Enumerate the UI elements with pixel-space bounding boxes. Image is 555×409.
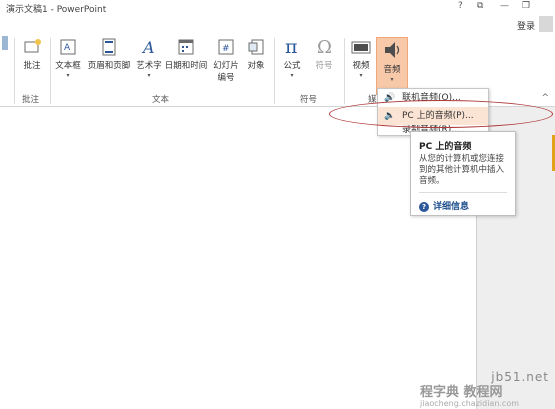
collapse-ribbon-button[interactable]: ^ (541, 93, 549, 103)
dropdown-caret-icon: ▾ (390, 76, 394, 83)
datetime-button[interactable]: 日期和时间 (164, 38, 208, 71)
header-footer-label: 页眉和页脚 (87, 61, 131, 71)
tooltip-title: PC 上的音频 (419, 142, 472, 152)
tooltip-more-info-link[interactable]: ? 详细信息 (419, 199, 469, 212)
slide-number-label-line2: 编号 (217, 73, 235, 83)
equation-label: 公式 (283, 61, 301, 71)
sign-in-link[interactable]: 登录 (517, 19, 535, 32)
title-bar: 演示文稿1 - PowerPoint ? ⧉ — ❐ (0, 0, 555, 15)
group-separator (14, 38, 15, 104)
slide-number-icon: # (218, 39, 234, 55)
textbox-button[interactable]: A 文本框 ▾ (54, 38, 82, 79)
symbol-label: 符号 (315, 61, 333, 71)
svg-text:A: A (64, 43, 71, 53)
dropdown-caret-icon: ▾ (66, 72, 70, 79)
ribbon-display-button[interactable]: ⧉ (477, 1, 483, 11)
calendar-icon (178, 39, 194, 55)
textbox-label: 文本框 (55, 61, 81, 71)
audio-label: 音频 (383, 65, 401, 75)
group-label-symbols: 符号 (300, 95, 318, 105)
svg-text:A: A (141, 38, 155, 56)
help-icon: ? (419, 202, 429, 212)
annotation-ellipse (329, 100, 553, 128)
textbox-icon: A (60, 39, 76, 55)
symbol-button[interactable]: Ω 符号 (310, 36, 338, 71)
svg-text:π: π (285, 36, 298, 56)
maximize-button[interactable]: ❐ (522, 1, 530, 11)
tooltip-body: 从您的计算机或您连接到的其他计算机中插入音频。 (419, 154, 505, 186)
object-label: 对象 (247, 61, 265, 71)
group-separator (274, 38, 275, 104)
comment-label: 批注 (23, 61, 41, 71)
prev-group-fragment (0, 34, 10, 53)
window-title: 演示文稿1 - PowerPoint (6, 5, 107, 15)
wordart-label: 艺术字 (136, 61, 162, 71)
video-button[interactable]: 视频 ▾ (348, 38, 374, 79)
audio-button[interactable]: 音频 ▾ (376, 37, 408, 95)
speaker-icon (385, 42, 400, 58)
pi-icon: π (285, 36, 298, 56)
tooltip-link-label: 详细信息 (433, 202, 470, 212)
svg-text:Ω: Ω (317, 37, 332, 56)
watermark-url: jiaocheng.chazidian.com (420, 399, 520, 408)
object-button[interactable]: 对象 (244, 38, 268, 71)
group-label-text: 文本 (152, 95, 170, 105)
dropdown-caret-icon: ▾ (147, 72, 151, 79)
group-separator (50, 38, 51, 104)
tooltip: PC 上的音频 从您的计算机或您连接到的其他计算机中插入音频。 ? 详细信息 (410, 131, 516, 216)
omega-icon: Ω (317, 37, 332, 56)
group-separator (344, 38, 345, 104)
equation-button[interactable]: π 公式 ▾ (278, 36, 306, 79)
minimize-button[interactable]: — (500, 1, 509, 11)
header-footer-icon (102, 38, 116, 56)
avatar[interactable] (539, 16, 553, 32)
help-button[interactable]: ? (458, 1, 463, 11)
dropdown-caret-icon: ▾ (359, 72, 363, 79)
audio-button-content: 音频 ▾ (377, 40, 407, 83)
comment-icon (24, 39, 41, 53)
wordart-icon: A (141, 38, 155, 56)
svg-text:#: # (222, 44, 230, 54)
video-label: 视频 (352, 61, 370, 71)
film-icon (351, 41, 371, 54)
watermark-brand: 程字典 教程网 (420, 385, 503, 400)
comment-button[interactable]: 批注 (18, 38, 46, 71)
slide-number-button[interactable]: # 幻灯片 编号 (210, 38, 242, 83)
wordart-button[interactable]: A 艺术字 ▾ (134, 38, 164, 79)
table-icon (2, 36, 8, 50)
tooltip-divider (419, 192, 507, 193)
datetime-label: 日期和时间 (164, 61, 208, 71)
object-icon (248, 39, 264, 55)
slide-number-label-line1: 幻灯片 (213, 61, 239, 71)
header-footer-button[interactable]: 页眉和页脚 (86, 38, 132, 71)
dropdown-caret-icon: ▾ (290, 72, 294, 79)
group-label-comments: 批注 (22, 95, 40, 105)
